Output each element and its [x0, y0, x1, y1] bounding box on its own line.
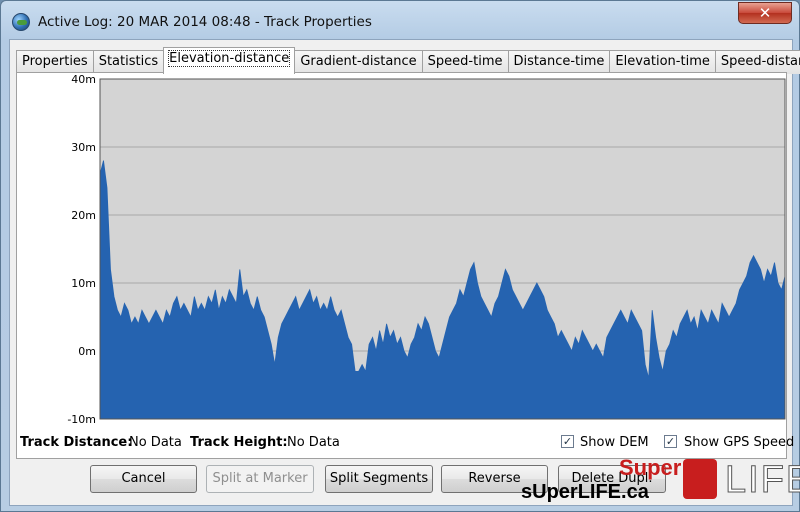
globe-app-icon: [12, 13, 30, 31]
tab-speed-distance[interactable]: Speed-distance: [714, 50, 800, 74]
window-title: Active Log: 20 MAR 2014 08:48 - Track Pr…: [38, 14, 372, 30]
tab-elevation-time[interactable]: Elevation-time: [609, 50, 716, 74]
tab-speed-time[interactable]: Speed-time: [421, 50, 509, 74]
split-segments-button[interactable]: Split Segments: [325, 465, 433, 493]
tab-label: Speed-distance: [720, 54, 800, 69]
track-height-label: Track Height:: [190, 435, 288, 450]
tab-elevation-distance[interactable]: Elevation-distance: [163, 47, 296, 74]
show-dem-label: Show DEM: [580, 435, 649, 450]
tab-label: Elevation-time: [615, 54, 710, 69]
y-tick-label: 30m: [71, 141, 96, 154]
tab-statistics[interactable]: Statistics: [92, 50, 165, 74]
watermark-seal-icon: [683, 459, 717, 499]
cancel-button-label: Cancel: [121, 471, 166, 486]
show-dem-checkbox[interactable]: ✓: [561, 435, 574, 448]
split-segments-label: Split Segments: [329, 471, 429, 486]
track-distance-value: No Data: [129, 435, 182, 450]
track-height-value: No Data: [287, 435, 340, 450]
dialog-client-area: Properties Statistics Elevation-distance…: [9, 39, 800, 506]
y-tick-label: 20m: [71, 209, 96, 222]
watermark: Super LIFE sUperLIFE.ca: [513, 453, 800, 509]
tab-label: Gradient-distance: [300, 54, 417, 69]
tab-label: Properties: [22, 54, 88, 69]
split-at-marker-label: Split at Marker: [212, 471, 308, 486]
track-properties-window: Active Log: 20 MAR 2014 08:48 - Track Pr…: [0, 0, 800, 512]
split-at-marker-button[interactable]: Split at Marker: [206, 465, 314, 493]
cancel-button[interactable]: Cancel: [90, 465, 197, 493]
title-bar[interactable]: Active Log: 20 MAR 2014 08:48 - Track Pr…: [1, 1, 799, 39]
tab-label: Speed-time: [427, 54, 503, 69]
tab-distance-time[interactable]: Distance-time: [507, 50, 611, 74]
tab-label: Statistics: [98, 54, 159, 69]
show-gps-speed-checkbox[interactable]: ✓: [664, 435, 677, 448]
tab-label: Elevation-distance: [168, 50, 291, 67]
tab-strip: Properties Statistics Elevation-distance…: [16, 47, 800, 74]
y-tick-label: 10m: [71, 277, 96, 290]
elevation-distance-chart[interactable]: 40m 30m 20m 10m 0m -10m: [17, 73, 787, 425]
watermark-life: LIFE: [724, 459, 800, 502]
show-gps-speed-label: Show GPS Speed: [684, 435, 795, 450]
track-info-row: Track Distance: No Data Track Height: No…: [20, 433, 794, 453]
track-distance-label: Track Distance:: [20, 435, 133, 450]
watermark-super: Super: [619, 455, 682, 480]
close-button[interactable]: ✕: [738, 2, 792, 24]
tab-gradient-distance[interactable]: Gradient-distance: [294, 50, 423, 74]
watermark-text: sUperLIFE.ca: [521, 481, 649, 503]
y-tick-label: 40m: [71, 73, 96, 86]
tab-properties[interactable]: Properties: [16, 50, 94, 74]
tab-label: Distance-time: [513, 54, 605, 69]
y-tick-label: 0m: [78, 345, 96, 358]
elevation-distance-panel: 40m 30m 20m 10m 0m -10m Track Distance: No Da…: [16, 72, 794, 459]
y-tick-label: -10m: [67, 413, 96, 425]
